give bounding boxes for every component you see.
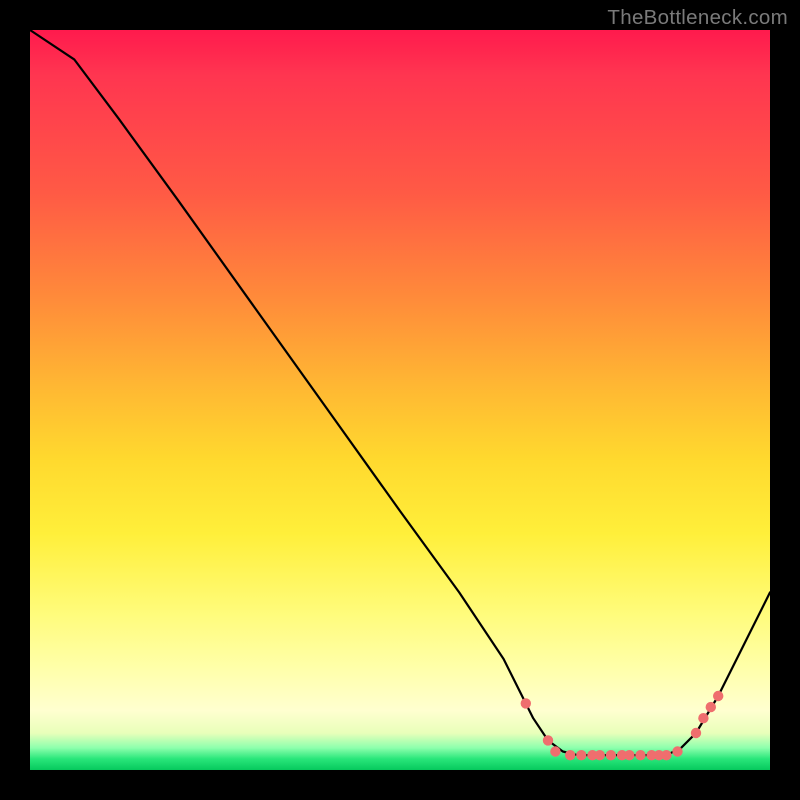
curve-svg (30, 30, 770, 770)
data-dot (543, 735, 553, 745)
data-dot (576, 750, 586, 760)
data-dot (565, 750, 575, 760)
watermark-text: TheBottleneck.com (607, 6, 788, 30)
data-dot (521, 698, 531, 708)
data-dot (698, 713, 708, 723)
data-dot (661, 750, 671, 760)
data-dot (706, 702, 716, 712)
bottleneck-curve (30, 30, 770, 755)
chart-frame: TheBottleneck.com (0, 0, 800, 800)
data-dot (606, 750, 616, 760)
plot-area (30, 30, 770, 770)
data-dots-group (521, 691, 724, 761)
data-dot (550, 746, 560, 756)
data-dot (624, 750, 634, 760)
data-dot (713, 691, 723, 701)
data-dot (635, 750, 645, 760)
data-dot (672, 746, 682, 756)
data-dot (595, 750, 605, 760)
data-dot (691, 728, 701, 738)
